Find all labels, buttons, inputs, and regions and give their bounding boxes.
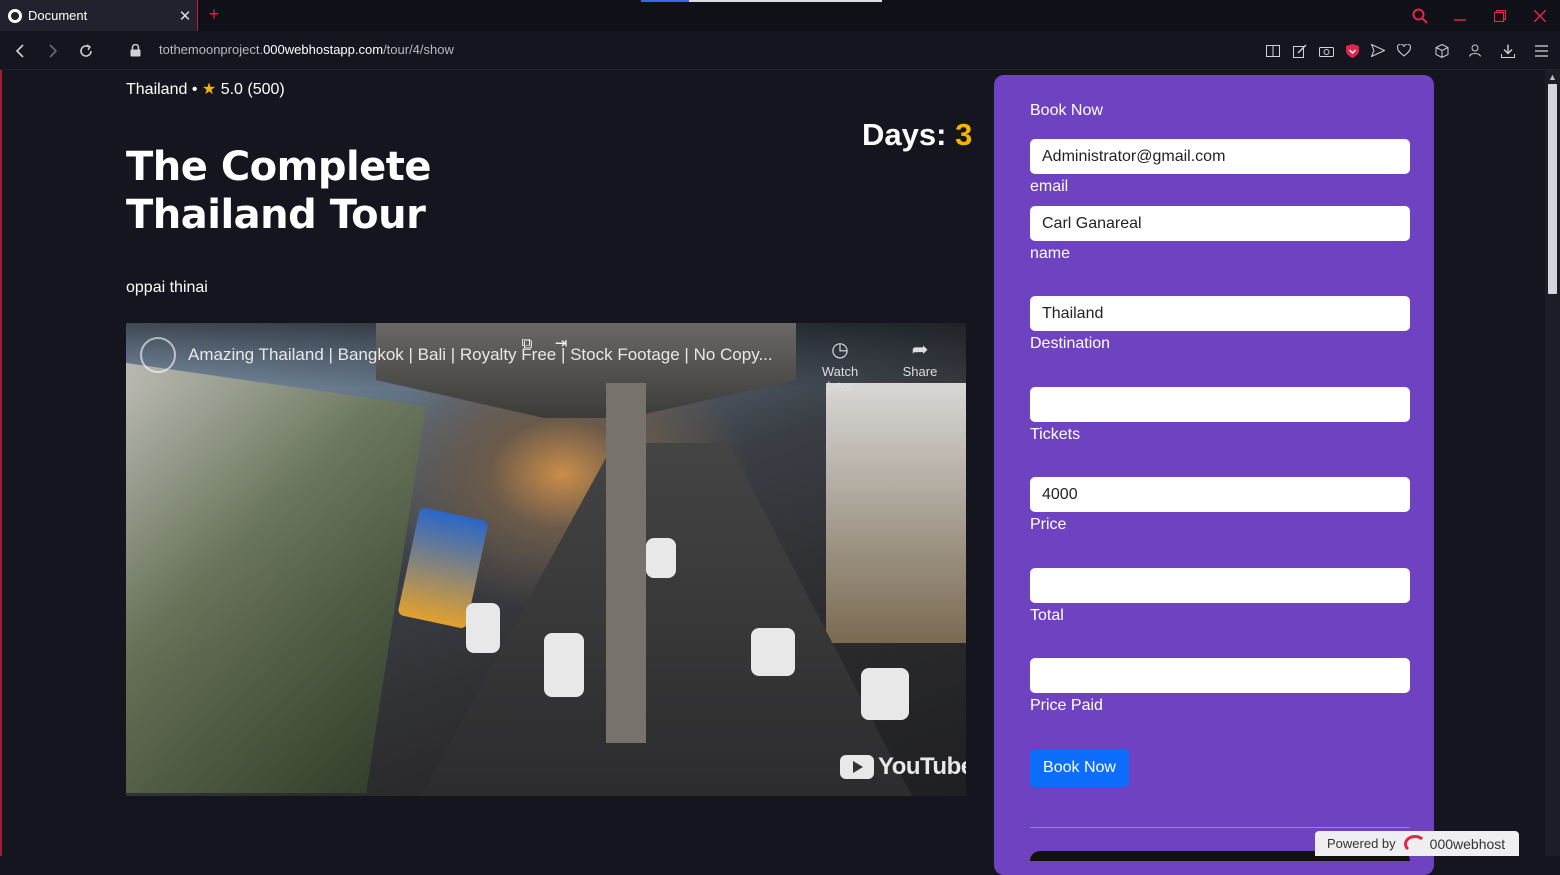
video-scene-overpass bbox=[376, 323, 796, 418]
price-field-group: Price bbox=[1030, 477, 1410, 534]
new-tab-button[interactable]: + bbox=[205, 4, 223, 26]
tour-location: Thailand bbox=[126, 81, 188, 98]
camera-icon[interactable] bbox=[1314, 31, 1338, 70]
price-label: Price bbox=[1030, 516, 1067, 533]
video-scene-car bbox=[646, 538, 676, 578]
minimize-icon[interactable] bbox=[1440, 0, 1480, 31]
channel-avatar[interactable] bbox=[140, 337, 176, 373]
tour-meta: Thailand • ★ 5.0 (500) bbox=[126, 79, 285, 99]
send-icon[interactable] bbox=[1366, 31, 1390, 70]
total-label: Total bbox=[1030, 607, 1064, 624]
tour-days: Days: 3 bbox=[862, 117, 972, 153]
cube-icon[interactable] bbox=[1430, 31, 1454, 70]
video-scene-pillar bbox=[606, 383, 646, 743]
powered-by-label: Powered by bbox=[1327, 836, 1396, 851]
tickets-field[interactable] bbox=[1030, 387, 1410, 422]
tour-reviews: (500) bbox=[247, 81, 285, 98]
email-field-group: email bbox=[1030, 139, 1410, 196]
video-scene-car bbox=[861, 668, 909, 720]
search-icon[interactable] bbox=[1400, 0, 1440, 31]
profile-icon[interactable] bbox=[1463, 31, 1487, 70]
picture-in-picture-icon[interactable]: ⧉ bbox=[514, 331, 540, 357]
total-field-group: Total bbox=[1030, 568, 1410, 625]
back-icon[interactable] bbox=[4, 31, 36, 70]
globe-icon bbox=[8, 8, 22, 23]
tour-description: oppai thinai bbox=[126, 279, 208, 296]
000webhost-logo-icon bbox=[1403, 834, 1426, 853]
scrollbar-thumb[interactable] bbox=[1548, 84, 1557, 294]
video-scene-car bbox=[466, 603, 500, 653]
url-field[interactable]: tothemoonproject.000webhostapp.com/tour/… bbox=[159, 42, 454, 57]
days-value: 3 bbox=[955, 117, 973, 152]
loading-bar bbox=[641, 0, 882, 2]
download-icon[interactable] bbox=[1496, 31, 1520, 70]
destination-field[interactable] bbox=[1030, 296, 1410, 331]
page-scrollbar[interactable]: ▲ bbox=[1545, 70, 1560, 856]
sidebar-accent-line bbox=[0, 70, 2, 856]
share-label: Share bbox=[902, 364, 938, 379]
days-label: Days: bbox=[862, 117, 947, 152]
host-brand: 000webhost bbox=[1429, 835, 1506, 852]
close-icon[interactable]: ✕ bbox=[173, 7, 197, 25]
destination-label: Destination bbox=[1030, 335, 1111, 352]
book-now-button[interactable]: Book Now bbox=[1030, 749, 1129, 787]
name-label: name bbox=[1030, 245, 1071, 262]
booking-panel: Book Now email name Destination Tickets … bbox=[994, 75, 1434, 875]
scroll-up-icon[interactable]: ▲ bbox=[1548, 72, 1557, 82]
price-paid-field[interactable] bbox=[1030, 658, 1410, 693]
price-field[interactable] bbox=[1030, 477, 1410, 512]
video-scene-car bbox=[544, 633, 584, 697]
heart-icon[interactable] bbox=[1392, 31, 1416, 70]
shield-icon[interactable] bbox=[1340, 31, 1364, 70]
share-icon: ➦ bbox=[911, 339, 929, 361]
video-scene-building bbox=[826, 383, 966, 643]
window-close-icon[interactable] bbox=[1520, 0, 1560, 31]
name-field-group: name bbox=[1030, 206, 1410, 263]
youtube-wordmark: YouTube bbox=[878, 753, 966, 780]
email-field[interactable] bbox=[1030, 139, 1410, 174]
video-embed[interactable]: Amazing Thailand | Bangkok | Bali | Roya… bbox=[126, 323, 966, 796]
menu-icon[interactable] bbox=[1529, 31, 1553, 70]
watch-later-button[interactable]: ◷ Watch later bbox=[810, 337, 870, 394]
destination-field-group: Destination bbox=[1030, 296, 1410, 353]
forward-icon[interactable] bbox=[37, 31, 69, 70]
price-paid-label: Price Paid bbox=[1030, 697, 1103, 714]
lock-icon[interactable] bbox=[119, 31, 151, 70]
watch-later-label: Watch later bbox=[821, 364, 859, 394]
open-external-icon[interactable]: ⇥ bbox=[548, 331, 574, 357]
share-button[interactable]: ➦ Share bbox=[890, 337, 950, 379]
tickets-label: Tickets bbox=[1030, 426, 1081, 443]
email-label: email bbox=[1030, 178, 1069, 195]
address-bar: tothemoonproject.000webhostapp.com/tour/… bbox=[0, 31, 1560, 70]
price-paid-field-group: Price Paid bbox=[1030, 658, 1410, 715]
clock-icon: ◷ bbox=[831, 339, 849, 361]
star-icon: ★ bbox=[201, 81, 217, 98]
tour-rating: 5.0 bbox=[220, 81, 243, 98]
tickets-field-group: Tickets bbox=[1030, 387, 1410, 444]
booking-heading: Book Now bbox=[1030, 102, 1103, 119]
video-title[interactable]: Amazing Thailand | Bangkok | Bali | Roya… bbox=[188, 345, 773, 365]
tab-title: Document bbox=[28, 8, 88, 23]
video-scene-stairs bbox=[126, 363, 426, 793]
name-field[interactable] bbox=[1030, 206, 1410, 241]
browser-titlebar: Document ✕ + bbox=[0, 0, 1560, 31]
reload-icon[interactable] bbox=[70, 31, 102, 70]
play-icon bbox=[840, 755, 874, 779]
total-field[interactable] bbox=[1030, 568, 1410, 603]
divider bbox=[1030, 827, 1410, 828]
video-scene-car bbox=[751, 628, 795, 676]
youtube-logo[interactable]: YouTube bbox=[840, 753, 966, 781]
restore-icon[interactable] bbox=[1480, 0, 1520, 31]
reader-icon[interactable] bbox=[1261, 31, 1285, 70]
powered-by-badge[interactable]: Powered by 000webhost bbox=[1315, 831, 1519, 856]
edit-icon[interactable] bbox=[1288, 31, 1312, 70]
browser-tab[interactable]: Document ✕ bbox=[0, 0, 198, 31]
tour-title: The Complete Thailand Tour bbox=[126, 144, 432, 238]
meta-separator: • bbox=[191, 81, 198, 98]
